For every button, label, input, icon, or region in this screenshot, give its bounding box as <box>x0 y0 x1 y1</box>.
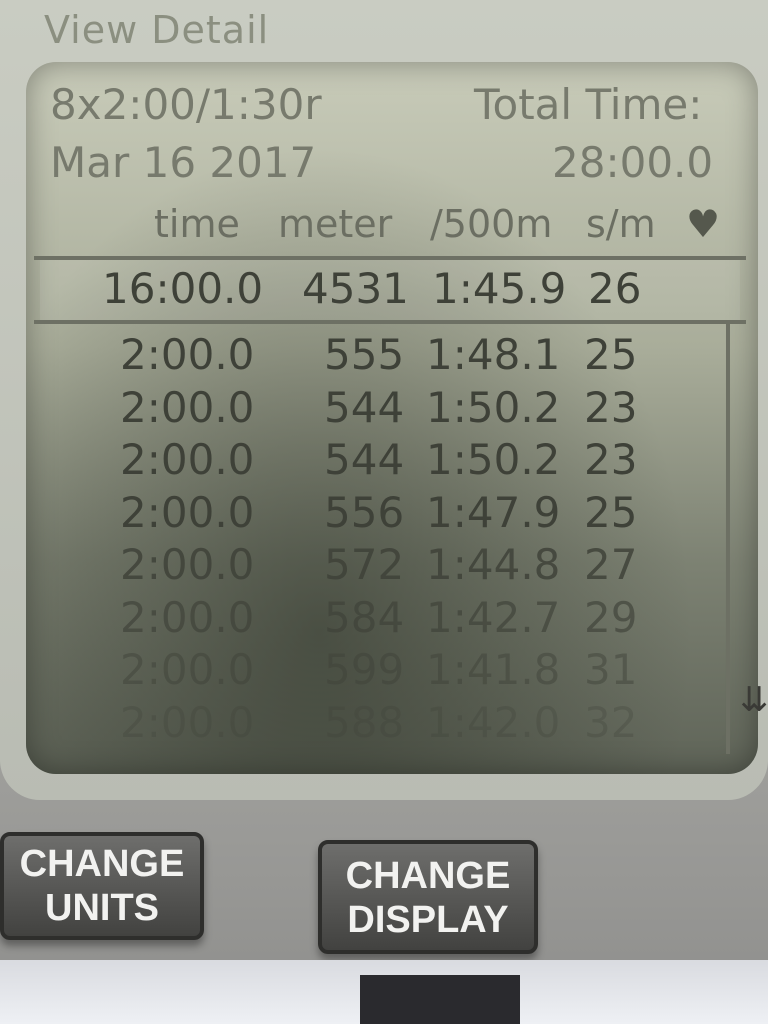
change-display-line2: DISPLAY <box>347 899 509 941</box>
col-meter: meter <box>278 202 393 246</box>
interval-time: 2:00.0 <box>120 645 255 694</box>
interval-pace: 1:50.2 <box>426 382 561 432</box>
summary-row: 16:00.0 4531 1:45.9 26 <box>40 260 740 320</box>
interval-time: 2:00.0 <box>120 592 255 642</box>
interval-time: 2:00.0 <box>120 697 255 747</box>
summary-meter: 4531 <box>302 264 409 313</box>
rowing-monitor: View Detail 8x2:00/1:30r Total Time: Mar… <box>0 0 768 1024</box>
interval-rate: 25 <box>584 330 638 379</box>
monitor-mount <box>360 975 520 1024</box>
interval-time: 2:00.0 <box>120 330 255 379</box>
interval-meter: 544 <box>324 435 405 484</box>
interval-meter: 584 <box>324 592 405 642</box>
workout-name: 8x2:00/1:30r <box>50 80 322 129</box>
summary-pace: 1:45.9 <box>432 264 567 313</box>
change-units-line1: CHANGE <box>19 843 185 885</box>
lcd-display: 8x2:00/1:30r Total Time: Mar 16 2017 28:… <box>26 62 758 774</box>
interval-meter: 556 <box>324 487 405 537</box>
workout-date: Mar 16 2017 <box>50 138 317 187</box>
total-time-label: Total Time: <box>474 80 703 129</box>
interval-pace: 1:44.8 <box>426 540 561 589</box>
summary-rate: 26 <box>588 264 642 313</box>
interval-meter: 599 <box>324 645 405 694</box>
interval-pace: 1:47.9 <box>426 487 561 537</box>
interval-rate: 23 <box>584 382 638 432</box>
interval-meter: 588 <box>324 697 405 747</box>
col-time: time <box>154 202 240 246</box>
interval-time: 2:00.0 <box>120 435 255 484</box>
interval-pace: 1:42.7 <box>426 592 561 642</box>
divider-bottom <box>34 320 746 324</box>
col-pace: /500m <box>430 202 553 246</box>
interval-time: 2:00.0 <box>120 540 255 589</box>
interval-rate: 25 <box>584 487 638 537</box>
total-time-value: 28:00.0 <box>552 138 714 187</box>
interval-pace: 1:48.1 <box>426 330 561 379</box>
interval-rate: 32 <box>584 697 638 747</box>
summary-time: 16:00.0 <box>102 264 264 313</box>
interval-time: 2:00.0 <box>120 487 255 537</box>
interval-meter: 572 <box>324 540 405 589</box>
right-rail <box>726 324 730 754</box>
interval-meter: 544 <box>324 382 405 432</box>
interval-rate: 31 <box>584 645 638 694</box>
change-display-button[interactable]: CHANGE DISPLAY <box>318 840 538 954</box>
change-units-button[interactable]: CHANGE UNITS <box>0 832 204 940</box>
change-units-line2: UNITS <box>45 887 159 929</box>
screen-title: View Detail <box>44 8 270 52</box>
interval-pace: 1:41.8 <box>426 645 561 694</box>
interval-pace: 1:50.2 <box>426 435 561 484</box>
interval-time: 2:00.0 <box>120 382 255 432</box>
interval-meter: 555 <box>324 330 405 379</box>
double-chevron-down-icon: ⇊ <box>740 680 768 720</box>
interval-rate: 27 <box>584 540 638 589</box>
col-rate: s/m <box>586 202 656 246</box>
interval-pace: 1:42.0 <box>426 697 561 747</box>
heart-icon: ♥ <box>686 202 721 246</box>
interval-rate: 29 <box>584 592 638 642</box>
change-display-line1: CHANGE <box>345 855 511 897</box>
interval-rate: 23 <box>584 435 638 484</box>
